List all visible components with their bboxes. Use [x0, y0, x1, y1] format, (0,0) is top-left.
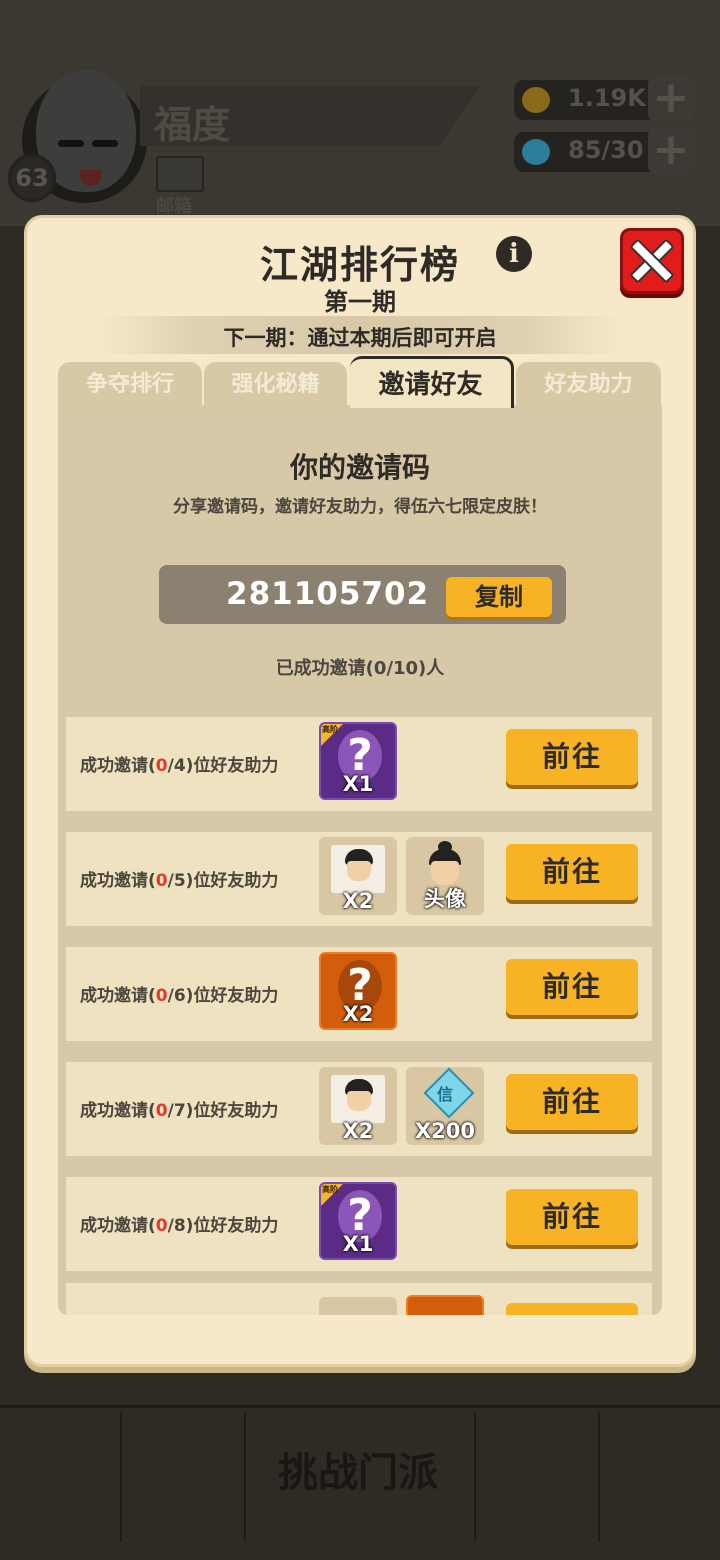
tab-friend-assist[interactable]: 好友助力 [516, 362, 661, 408]
info-icon[interactable]: i [496, 236, 532, 272]
go-button[interactable]: 前往 [506, 959, 638, 1015]
mystery-reward[interactable]: ? 高阶 X1 [319, 722, 397, 800]
avatar-icon [425, 841, 465, 887]
tab-invite-friends[interactable]: 邀请好友 [350, 356, 514, 408]
energy-resource: 85/30 + [514, 128, 694, 174]
task-row-partial [66, 1283, 652, 1315]
invited-count: 已成功邀请(0/10)人 [275, 658, 445, 679]
task-row: 成功邀请(0/4)位好友助力 ? 高阶 X1 前往 [66, 717, 652, 811]
dialog-title: 江湖排行榜 [259, 243, 460, 287]
task-label: 成功邀请(0/4)位好友助力 [80, 756, 279, 776]
partial-reward [319, 1297, 397, 1315]
task-row: 成功邀请(0/7)位好友助力 X2 信 X200 前往 [66, 1062, 652, 1156]
go-button[interactable]: 前往 [506, 1074, 638, 1130]
go-button[interactable]: 前往 [506, 1189, 638, 1245]
player-level: 63 [8, 154, 56, 202]
invite-content: 成功邀请(0/4)位好友助力 ? 高阶 X1 前往 成功邀请(0/5)位好友助力… [58, 405, 662, 1315]
invite-code-value: 281105702 [226, 576, 430, 612]
energy-value: 85/30 [568, 136, 644, 164]
partial-go-button [506, 1303, 638, 1315]
mystery-reward[interactable]: ? X2 [319, 952, 397, 1030]
mystery-reward[interactable]: ? 高阶 X1 [319, 1182, 397, 1260]
task-row: 成功邀请(0/8)位好友助力 ? 高阶 X1 前往 [66, 1177, 652, 1271]
season-label: 第一期 [324, 288, 396, 316]
partial-reward [406, 1295, 484, 1315]
copy-button[interactable]: 复制 [446, 577, 552, 617]
nav-collect-icon [600, 1412, 720, 1542]
task-label: 成功邀请(0/7)位好友助力 [80, 1101, 279, 1121]
gold-value: 1.19K [568, 84, 646, 112]
avatar-reward[interactable]: 头像 [406, 837, 484, 915]
task-row: 成功邀请(0/5)位好友助力 X2 头像 前往 [66, 832, 652, 926]
nav-cultivate-icon [122, 1412, 246, 1542]
nav-task-icon [0, 1412, 122, 1542]
character-icon [331, 1075, 385, 1123]
go-button[interactable]: 前往 [506, 844, 638, 900]
task-label: 成功邀请(0/8)位好友助力 [80, 1216, 279, 1236]
task-row: 成功邀请(0/6)位好友助力 ? X2 前往 [66, 947, 652, 1041]
gold-resource: 1.19K + [514, 76, 694, 122]
character-card-reward[interactable]: X2 [319, 837, 397, 915]
challenge-label: 挑战门派 [278, 1450, 438, 1496]
gem-reward[interactable]: 信 X200 [406, 1067, 484, 1145]
mail-icon [156, 156, 204, 192]
tab-ranking[interactable]: 争夺排行 [58, 362, 202, 408]
character-icon [331, 845, 385, 893]
invite-code-description: 分享邀请码，邀请好友助力，得伍六七限定皮肤！ [173, 497, 547, 517]
add-gold-button: + [648, 76, 694, 122]
energy-icon [522, 139, 550, 165]
go-button[interactable]: 前往 [506, 729, 638, 785]
tab-enhance[interactable]: 强化秘籍 [204, 362, 347, 408]
invite-code-heading: 你的邀请码 [289, 451, 430, 484]
task-label: 成功邀请(0/5)位好友助力 [80, 871, 279, 891]
next-season-notice: 下一期：通过本期后即可开启 [223, 326, 497, 350]
character-card-reward[interactable]: X2 [319, 1067, 397, 1145]
player-name: 福度 [154, 103, 231, 147]
add-energy-button: + [648, 128, 694, 174]
mail-button: 邮箱 [156, 156, 208, 217]
gold-icon [522, 87, 550, 113]
task-label: 成功邀请(0/6)位好友助力 [80, 986, 279, 1006]
nav-shop-icon [476, 1412, 600, 1542]
